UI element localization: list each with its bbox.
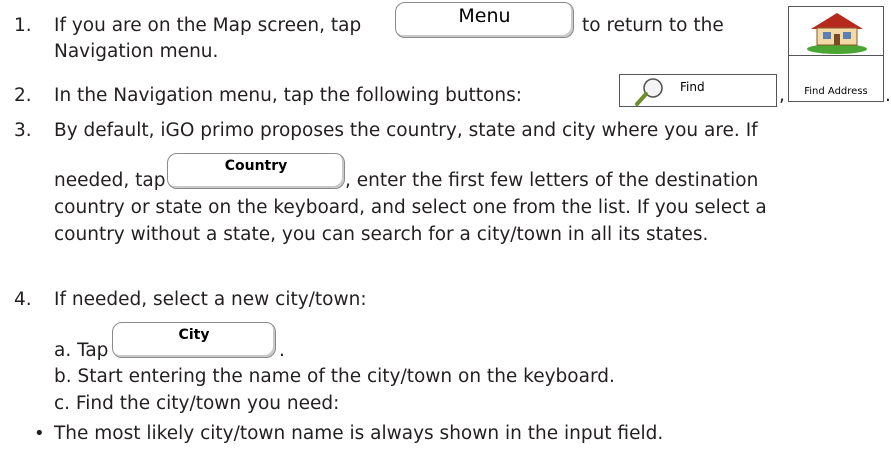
step1-line2: Navigation menu. (54, 41, 219, 62)
bullet-marker: • (34, 423, 45, 444)
magnifier-icon (635, 77, 663, 106)
step3-text-before: needed, tap (54, 170, 166, 191)
step-number-3: 3. (14, 120, 32, 141)
step3-line3: country or state on the keyboard, and se… (54, 197, 767, 218)
step4c-text: c. Find the city/town you need: (54, 393, 340, 414)
country-button-label: Country (224, 158, 288, 174)
house-icon (807, 13, 867, 54)
find-address-label: Find Address (804, 86, 868, 97)
step4b-text: b. Start entering the name of the city/t… (54, 366, 615, 387)
step4a-text: a. Tap (54, 340, 109, 361)
step3-text-after: , enter the first few letters of the des… (345, 170, 759, 191)
step2-end: . (885, 85, 891, 106)
step4-line1: If needed, select a new city/town: (54, 289, 367, 310)
step-number-2: 2. (14, 85, 32, 106)
step2-separator: , (779, 85, 785, 106)
bullet-text-1: The most likely city/town name is always… (54, 423, 664, 444)
step-number-4: 4. (14, 289, 32, 310)
step4a-end: . (279, 340, 285, 361)
step2-text: In the Navigation menu, tap the followin… (54, 85, 522, 106)
find-button-label: Find (680, 79, 705, 94)
menu-button[interactable]: Menu (395, 2, 574, 38)
step3-line4: country without a state, you can search … (54, 224, 709, 245)
find-address-house-graphic (788, 6, 884, 55)
step1-text: If you are on the Map screen, tap (54, 15, 362, 36)
country-button[interactable]: Country (167, 153, 345, 189)
menu-button-label: Menu (458, 5, 511, 27)
step3-line1: By default, iGO primo proposes the count… (54, 120, 758, 141)
step1-text-after: to return to the (582, 15, 724, 36)
city-button[interactable]: City (112, 322, 276, 358)
city-button-label: City (178, 327, 210, 343)
find-button[interactable]: Find (619, 74, 777, 107)
find-address-button[interactable]: Find Address (788, 55, 884, 102)
step-number-1: 1. (14, 15, 32, 36)
